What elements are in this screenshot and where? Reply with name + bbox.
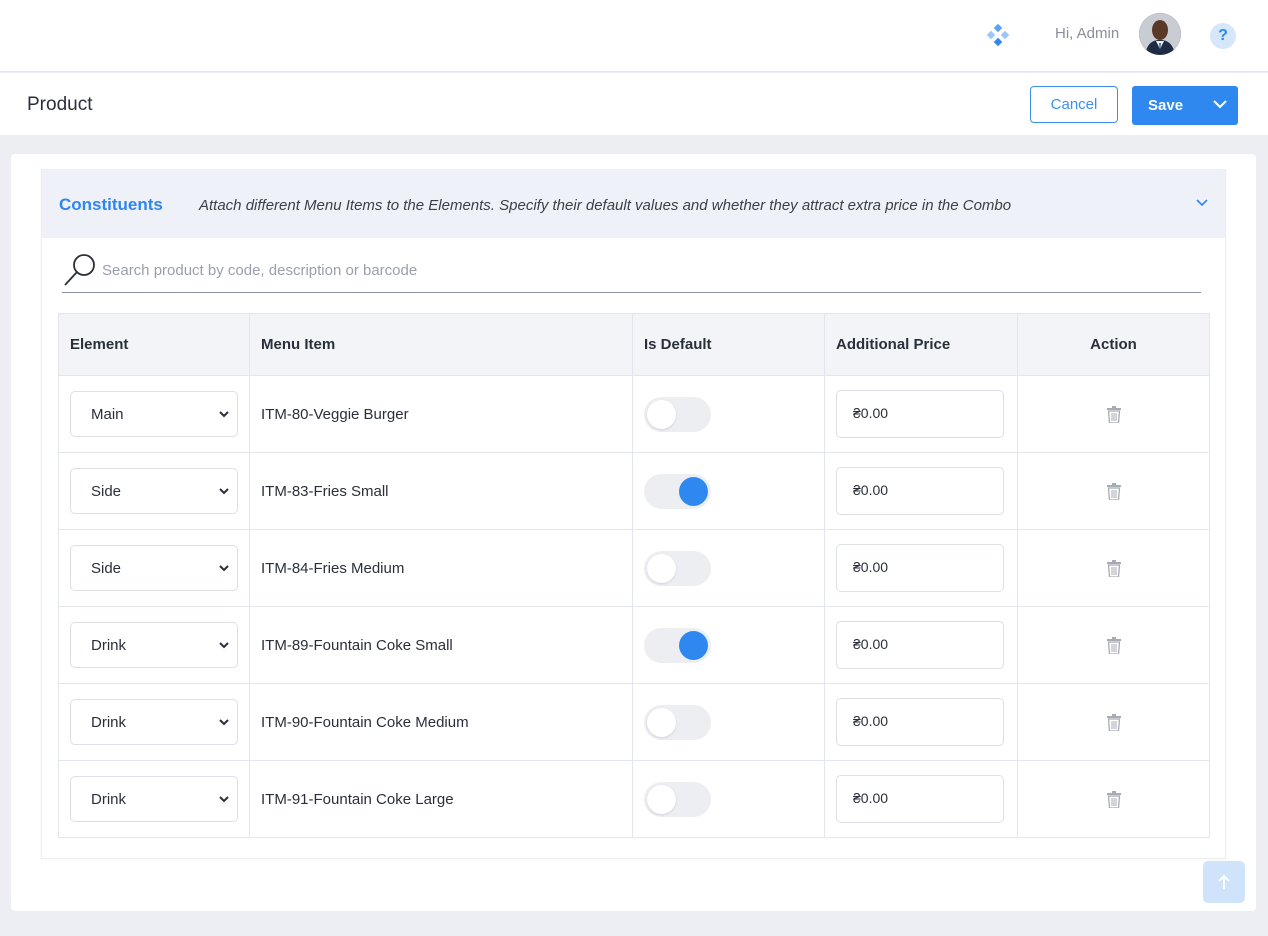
element-select-value: Drink [91,637,127,654]
additional-price-input[interactable]: ₴0.00 [836,467,1004,515]
toggle-knob [647,707,676,737]
price-value: ₴0.00 [853,559,889,575]
element-select[interactable]: Drink [70,622,238,668]
chevron-down-icon[interactable] [1194,196,1210,208]
chevron-down-icon [219,642,229,649]
element-select[interactable]: Side [70,468,238,514]
search-icon [64,254,95,286]
search-bar [62,252,1201,293]
table-row: Side ITM-83-Fries Small ₴0.00 [58,452,1210,530]
table-row: Main ITM-80-Veggie Burger ₴0.00 [58,375,1210,453]
apps-icon[interactable] [986,23,1010,48]
menu-item-cell: ITM-89-Fountain Coke Small [249,606,633,684]
element-select[interactable]: Drink [70,776,238,822]
panel-title: Constituents [59,195,163,214]
toggle-knob [679,630,708,660]
scroll-to-top-button[interactable] [1203,861,1245,903]
constituents-table: Element Menu Item Is Default Additional … [58,313,1210,838]
trash-icon[interactable] [1106,559,1121,577]
toggle-knob [647,399,676,429]
cancel-button[interactable]: Cancel [1030,86,1118,123]
price-value: ₴0.00 [853,482,889,498]
trash-icon[interactable] [1106,790,1121,808]
avatar[interactable] [1139,13,1181,55]
is-default-toggle[interactable] [644,704,711,740]
column-header-additional-price: Additional Price [824,313,1018,376]
menu-item-cell: ITM-80-Veggie Burger [249,375,633,453]
trash-icon[interactable] [1106,405,1121,423]
save-button[interactable]: Save [1132,86,1238,125]
is-default-toggle[interactable] [644,473,711,509]
element-select[interactable]: Drink [70,699,238,745]
is-default-toggle[interactable] [644,550,711,586]
price-value: ₴0.00 [853,713,889,729]
trash-icon[interactable] [1106,636,1121,654]
additional-price-input[interactable]: ₴0.00 [836,698,1004,746]
trash-icon[interactable] [1106,482,1121,500]
column-header-is-default: Is Default [632,313,825,376]
table-row: Side ITM-84-Fries Medium ₴0.00 [58,529,1210,607]
top-bar: Hi, Admin ? [0,0,1268,72]
arrow-up-icon [1218,874,1230,889]
element-select[interactable]: Main [70,391,238,437]
constituents-panel: Constituents Attach different Menu Items… [41,169,1226,859]
element-select-value: Main [91,406,124,423]
chevron-down-icon [219,719,229,726]
is-default-toggle[interactable] [644,781,711,817]
is-default-toggle[interactable] [644,627,711,663]
element-select[interactable]: Side [70,545,238,591]
price-value: ₴0.00 [853,405,889,421]
menu-item-cell: ITM-83-Fries Small [249,452,633,530]
chevron-down-icon [219,796,229,803]
additional-price-input[interactable]: ₴0.00 [836,390,1004,438]
toggle-knob [679,476,708,506]
additional-price-input[interactable]: ₴0.00 [836,544,1004,592]
help-icon[interactable]: ? [1210,23,1236,49]
menu-item-cell: ITM-84-Fries Medium [249,529,633,607]
table-row: Drink ITM-89-Fountain Coke Small ₴0.00 [58,606,1210,684]
greeting-text: Hi, Admin [1055,25,1120,42]
trash-icon[interactable] [1106,713,1121,731]
toggle-knob [647,553,676,583]
save-button-label: Save [1148,97,1184,114]
panel-header[interactable]: Constituents Attach different Menu Items… [42,170,1225,238]
is-default-toggle[interactable] [644,396,711,432]
column-header-element: Element [58,313,250,376]
page-title: Product [27,94,93,115]
table-row: Drink ITM-90-Fountain Coke Medium ₴0.00 [58,683,1210,761]
menu-item-cell: ITM-91-Fountain Coke Large [249,760,633,838]
table-header-row: Element Menu Item Is Default Additional … [58,313,1210,376]
element-select-value: Drink [91,791,127,808]
panel-description: Attach different Menu Items to the Eleme… [199,197,1012,214]
chevron-down-icon [219,565,229,572]
column-header-menu-item: Menu Item [249,313,633,376]
page-header: Product Cancel Save [0,73,1268,135]
additional-price-input[interactable]: ₴0.00 [836,775,1004,823]
additional-price-input[interactable]: ₴0.00 [836,621,1004,669]
chevron-down-icon[interactable] [1212,98,1228,110]
menu-item-cell: ITM-90-Fountain Coke Medium [249,683,633,761]
search-input[interactable] [102,258,1192,282]
element-select-value: Side [91,483,122,500]
chevron-down-icon [219,488,229,495]
price-value: ₴0.00 [853,790,889,806]
chevron-down-icon [219,411,229,418]
price-value: ₴0.00 [853,636,889,652]
table-row: Drink ITM-91-Fountain Coke Large ₴0.00 [58,760,1210,838]
element-select-value: Side [91,560,122,577]
toggle-knob [647,784,676,814]
column-header-action: Action [1017,313,1210,376]
element-select-value: Drink [91,714,127,731]
